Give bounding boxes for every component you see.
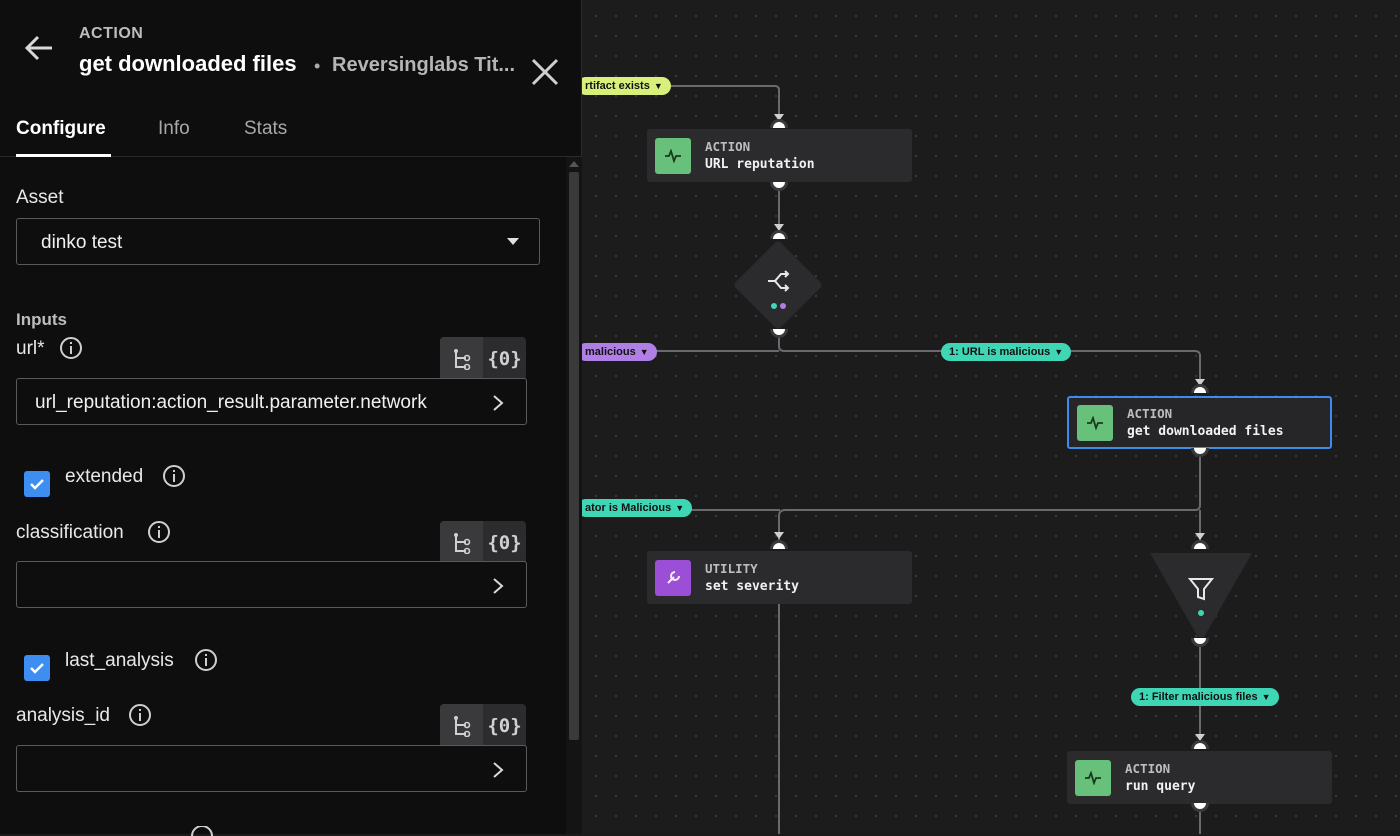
info-icon[interactable] — [190, 826, 214, 836]
edge-label-url-malicious[interactable]: 1: URL is malicious ▼ — [941, 343, 1072, 361]
split-icon — [768, 270, 790, 292]
tree-icon — [453, 716, 470, 737]
node-name: run query — [1125, 778, 1196, 794]
wrench-icon — [655, 559, 691, 596]
datapath-button[interactable] — [440, 521, 483, 565]
chevron-right-icon — [493, 395, 504, 411]
node-url-reputation[interactable]: ACTION URL reputation — [647, 129, 912, 182]
chevron-right-icon — [493, 578, 504, 594]
check-icon — [30, 663, 44, 674]
config-panel: ACTION get downloaded files • Reversingl… — [0, 0, 582, 836]
back-arrow-icon[interactable] — [22, 30, 58, 66]
datapath-button[interactable] — [440, 704, 483, 748]
tree-icon — [453, 533, 470, 554]
edge-label-artifact[interactable]: rtifact exists ▼ — [577, 77, 671, 95]
format-button[interactable]: {0} — [483, 704, 526, 748]
edge-label-filter[interactable]: 1: Filter malicious files ▼ — [1131, 688, 1279, 706]
node-run-query[interactable]: ACTION run query — [1067, 751, 1332, 804]
analysis-id-tools: {0} — [440, 704, 526, 748]
classification-tools: {0} — [440, 521, 526, 565]
caret-down-icon: ▼ — [1054, 347, 1064, 357]
panel-subtitle: Reversinglabs Tit... — [332, 54, 516, 76]
scrollbar-thumb[interactable] — [569, 172, 579, 740]
asset-value: dinko test — [41, 232, 123, 253]
analysis-id-label: analysis_id — [16, 705, 110, 726]
tab-info[interactable]: Info — [158, 118, 190, 140]
node-type: ACTION — [705, 138, 751, 154]
node-get-downloaded-files[interactable]: ACTION get downloaded files — [1067, 396, 1332, 449]
filter-node[interactable] — [1148, 551, 1254, 641]
node-set-severity[interactable]: UTILITY set severity — [647, 551, 912, 604]
caret-down-icon — [507, 238, 519, 245]
node-type: ACTION — [1125, 760, 1171, 776]
caret-down-icon: ▼ — [675, 503, 685, 513]
activity-icon — [655, 137, 691, 174]
inputs-section-label: Inputs — [16, 310, 67, 329]
asset-label: Asset — [16, 187, 64, 208]
asset-select[interactable]: dinko test — [16, 218, 540, 265]
node-name: get downloaded files — [1127, 423, 1284, 439]
analysis-id-field[interactable] — [16, 745, 527, 792]
extended-label: extended — [65, 466, 144, 487]
activity-icon — [1075, 759, 1111, 796]
close-icon[interactable] — [530, 57, 560, 87]
url-label: url* — [16, 338, 45, 359]
tab-stats[interactable]: Stats — [244, 118, 287, 140]
panel-title: get downloaded files — [79, 51, 297, 76]
tab-bar: Configure Info Stats — [0, 108, 582, 157]
info-icon[interactable] — [194, 648, 218, 672]
node-type: ACTION — [1127, 405, 1173, 421]
last-analysis-label: last_analysis — [65, 650, 174, 671]
edge-label-indicator[interactable]: ator is Malicious ▼ — [577, 499, 693, 517]
node-name: URL reputation — [705, 156, 815, 172]
datapath-button[interactable] — [440, 337, 483, 381]
url-tools: {0} — [440, 337, 526, 381]
info-icon[interactable] — [128, 703, 152, 727]
info-icon[interactable] — [59, 336, 83, 360]
active-tab-indicator — [16, 154, 111, 157]
tab-configure[interactable]: Configure — [16, 118, 106, 140]
classification-field[interactable] — [16, 561, 527, 608]
info-icon[interactable] — [147, 520, 171, 544]
chevron-right-icon — [493, 762, 504, 778]
scroll-up-icon[interactable] — [569, 161, 579, 167]
status-dots-icon — [771, 303, 786, 309]
caret-down-icon: ▼ — [653, 81, 663, 91]
format-button[interactable]: {0} — [483, 521, 526, 565]
node-type: UTILITY — [705, 560, 758, 576]
caret-down-icon: ▼ — [639, 347, 649, 357]
check-icon — [30, 479, 44, 490]
separator-dot: • — [314, 56, 321, 76]
extended-checkbox[interactable] — [24, 471, 50, 497]
classification-label: classification — [16, 522, 124, 543]
tree-icon — [453, 349, 470, 370]
format-button[interactable]: {0} — [483, 337, 526, 381]
url-value: url_reputation:action_result.parameter.n… — [35, 392, 427, 413]
node-name: set severity — [705, 578, 799, 594]
edge-label-malicious[interactable]: malicious ▼ — [577, 343, 657, 361]
last-analysis-checkbox[interactable] — [24, 655, 50, 681]
url-field[interactable]: url_reputation:action_result.parameter.n… — [16, 378, 527, 425]
info-icon[interactable] — [162, 464, 186, 488]
activity-icon — [1077, 404, 1113, 441]
caret-down-icon: ▼ — [1261, 692, 1271, 702]
panel-kicker: ACTION — [79, 25, 144, 42]
